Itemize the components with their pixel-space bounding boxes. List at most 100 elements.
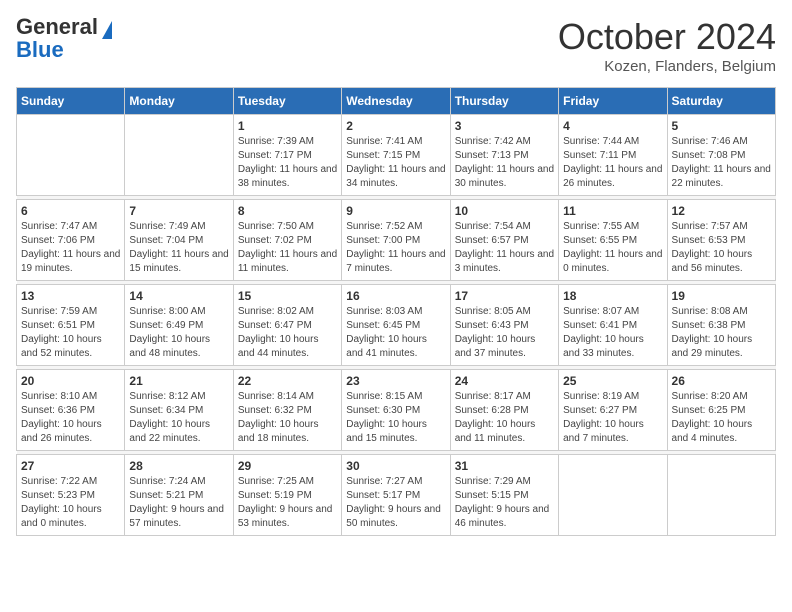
day-number: 21 bbox=[129, 374, 228, 388]
day-number: 2 bbox=[346, 119, 445, 133]
calendar-cell: 6 Sunrise: 7:47 AMSunset: 7:06 PMDaylight… bbox=[17, 200, 125, 281]
day-number: 26 bbox=[672, 374, 771, 388]
day-number: 11 bbox=[563, 204, 662, 218]
day-number: 19 bbox=[672, 289, 771, 303]
logo: General Blue bbox=[16, 16, 112, 61]
day-info: Sunrise: 7:57 AMSunset: 6:53 PMDaylight:… bbox=[672, 220, 771, 276]
day-header-wednesday: Wednesday bbox=[342, 88, 450, 115]
day-header-thursday: Thursday bbox=[450, 88, 558, 115]
day-header-sunday: Sunday bbox=[17, 88, 125, 115]
day-number: 24 bbox=[455, 374, 554, 388]
calendar-week-row: 13 Sunrise: 7:59 AMSunset: 6:51 PMDayligh… bbox=[17, 285, 776, 366]
calendar-cell: 14 Sunrise: 8:00 AMSunset: 6:49 PMDayligh… bbox=[125, 285, 233, 366]
day-header-saturday: Saturday bbox=[667, 88, 775, 115]
calendar-cell: 5Sunrise: 7:46 AMSunset: 7:08 PMDaylight… bbox=[667, 115, 775, 196]
day-info: Sunrise: 8:02 AMSunset: 6:47 PMDaylight:… bbox=[238, 305, 337, 361]
day-info: Sunrise: 7:39 AMSunset: 7:17 PMDaylight:… bbox=[238, 135, 337, 191]
day-number: 23 bbox=[346, 374, 445, 388]
calendar-cell: 2 Sunrise: 7:41 AMSunset: 7:15 PMDaylight… bbox=[342, 115, 450, 196]
calendar-cell: 30Sunrise: 7:27 AMSunset: 5:17 PMDayligh… bbox=[342, 455, 450, 536]
title-section: October 2024 Kozen, Flanders, Belgium bbox=[558, 16, 776, 75]
day-number: 15 bbox=[238, 289, 337, 303]
calendar-cell: 27 Sunrise: 7:22 AMSunset: 5:23 PMDayligh… bbox=[17, 455, 125, 536]
calendar-cell: 29Sunrise: 7:25 AMSunset: 5:19 PMDayligh… bbox=[233, 455, 341, 536]
day-number: 4 bbox=[563, 119, 662, 133]
day-number: 28 bbox=[129, 459, 228, 473]
day-number: 8 bbox=[238, 204, 337, 218]
location: Kozen, Flanders, Belgium bbox=[558, 58, 776, 75]
day-info: Sunrise: 7:25 AMSunset: 5:19 PMDaylight:… bbox=[238, 475, 337, 531]
calendar-cell: 21 Sunrise: 8:12 AMSunset: 6:34 PMDayligh… bbox=[125, 370, 233, 451]
day-info: Sunrise: 8:15 AMSunset: 6:30 PMDaylight:… bbox=[346, 390, 445, 446]
calendar-cell: 11 Sunrise: 7:55 AMSunset: 6:55 PMDayligh… bbox=[559, 200, 667, 281]
day-info: Sunrise: 8:20 AMSunset: 6:25 PMDaylight:… bbox=[672, 390, 771, 446]
calendar-cell: 4 Sunrise: 7:44 AMSunset: 7:11 PMDaylight… bbox=[559, 115, 667, 196]
calendar-cell: 8 Sunrise: 7:50 AMSunset: 7:02 PMDaylight… bbox=[233, 200, 341, 281]
calendar-table: SundayMondayTuesdayWednesdayThursdayFrid… bbox=[16, 87, 776, 536]
calendar-header-row: SundayMondayTuesdayWednesdayThursdayFrid… bbox=[17, 88, 776, 115]
day-number: 31 bbox=[455, 459, 554, 473]
day-info: Sunrise: 8:17 AMSunset: 6:28 PMDaylight:… bbox=[455, 390, 554, 446]
day-number: 18 bbox=[563, 289, 662, 303]
logo-general: General bbox=[16, 14, 98, 39]
day-info: Sunrise: 7:47 AMSunset: 7:06 PMDaylight:… bbox=[21, 220, 120, 276]
day-info: Sunrise: 7:59 AMSunset: 6:51 PMDaylight:… bbox=[21, 305, 120, 361]
day-info: Sunrise: 7:24 AMSunset: 5:21 PMDaylight:… bbox=[129, 475, 228, 531]
calendar-cell: 3 Sunrise: 7:42 AMSunset: 7:13 PMDaylight… bbox=[450, 115, 558, 196]
day-info: Sunrise: 7:50 AMSunset: 7:02 PMDaylight:… bbox=[238, 220, 337, 276]
day-number: 6 bbox=[21, 204, 120, 218]
logo-blue: Blue bbox=[16, 37, 64, 62]
day-number: 30 bbox=[346, 459, 445, 473]
calendar-cell: 26 Sunrise: 8:20 AMSunset: 6:25 PMDayligh… bbox=[667, 370, 775, 451]
calendar-cell: 9Sunrise: 7:52 AMSunset: 7:00 PMDaylight… bbox=[342, 200, 450, 281]
day-number: 9 bbox=[346, 204, 445, 218]
day-number: 5 bbox=[672, 119, 771, 133]
calendar-cell: 12 Sunrise: 7:57 AMSunset: 6:53 PMDayligh… bbox=[667, 200, 775, 281]
day-number: 12 bbox=[672, 204, 771, 218]
day-number: 1 bbox=[238, 119, 337, 133]
day-info: Sunrise: 8:19 AMSunset: 6:27 PMDaylight:… bbox=[563, 390, 662, 446]
day-info: Sunrise: 8:00 AMSunset: 6:49 PMDaylight:… bbox=[129, 305, 228, 361]
calendar-cell: 31 Sunrise: 7:29 AMSunset: 5:15 PMDayligh… bbox=[450, 455, 558, 536]
calendar-week-row: 20Sunrise: 8:10 AMSunset: 6:36 PMDayligh… bbox=[17, 370, 776, 451]
calendar-cell: 1 Sunrise: 7:39 AMSunset: 7:17 PMDaylight… bbox=[233, 115, 341, 196]
day-number: 3 bbox=[455, 119, 554, 133]
day-number: 10 bbox=[455, 204, 554, 218]
calendar-cell: 20Sunrise: 8:10 AMSunset: 6:36 PMDayligh… bbox=[17, 370, 125, 451]
day-info: Sunrise: 8:14 AMSunset: 6:32 PMDaylight:… bbox=[238, 390, 337, 446]
calendar-cell: 15 Sunrise: 8:02 AMSunset: 6:47 PMDayligh… bbox=[233, 285, 341, 366]
month-title: October 2024 bbox=[558, 16, 776, 58]
day-info: Sunrise: 7:29 AMSunset: 5:15 PMDaylight:… bbox=[455, 475, 554, 531]
calendar-cell: 18 Sunrise: 8:07 AMSunset: 6:41 PMDayligh… bbox=[559, 285, 667, 366]
day-info: Sunrise: 8:05 AMSunset: 6:43 PMDaylight:… bbox=[455, 305, 554, 361]
day-info: Sunrise: 7:41 AMSunset: 7:15 PMDaylight:… bbox=[346, 135, 445, 191]
day-info: Sunrise: 7:49 AMSunset: 7:04 PMDaylight:… bbox=[129, 220, 228, 276]
day-number: 14 bbox=[129, 289, 228, 303]
day-info: Sunrise: 8:03 AMSunset: 6:45 PMDaylight:… bbox=[346, 305, 445, 361]
day-info: Sunrise: 7:44 AMSunset: 7:11 PMDaylight:… bbox=[563, 135, 662, 191]
day-info: Sunrise: 7:55 AMSunset: 6:55 PMDaylight:… bbox=[563, 220, 662, 276]
day-number: 13 bbox=[21, 289, 120, 303]
day-header-monday: Monday bbox=[125, 88, 233, 115]
calendar-cell bbox=[559, 455, 667, 536]
day-info: Sunrise: 8:12 AMSunset: 6:34 PMDaylight:… bbox=[129, 390, 228, 446]
day-header-friday: Friday bbox=[559, 88, 667, 115]
day-number: 25 bbox=[563, 374, 662, 388]
day-info: Sunrise: 7:42 AMSunset: 7:13 PMDaylight:… bbox=[455, 135, 554, 191]
calendar-cell: 19 Sunrise: 8:08 AMSunset: 6:38 PMDayligh… bbox=[667, 285, 775, 366]
calendar-week-row: 6 Sunrise: 7:47 AMSunset: 7:06 PMDaylight… bbox=[17, 200, 776, 281]
calendar-cell: 25 Sunrise: 8:19 AMSunset: 6:27 PMDayligh… bbox=[559, 370, 667, 451]
calendar-cell: 16Sunrise: 8:03 AMSunset: 6:45 PMDayligh… bbox=[342, 285, 450, 366]
day-number: 22 bbox=[238, 374, 337, 388]
day-info: Sunrise: 8:08 AMSunset: 6:38 PMDaylight:… bbox=[672, 305, 771, 361]
calendar-cell: 23 Sunrise: 8:15 AMSunset: 6:30 PMDayligh… bbox=[342, 370, 450, 451]
day-number: 7 bbox=[129, 204, 228, 218]
day-info: Sunrise: 7:22 AMSunset: 5:23 PMDaylight:… bbox=[21, 475, 120, 531]
day-info: Sunrise: 7:54 AMSunset: 6:57 PMDaylight:… bbox=[455, 220, 554, 276]
calendar-cell bbox=[17, 115, 125, 196]
calendar-cell: 22 Sunrise: 8:14 AMSunset: 6:32 PMDayligh… bbox=[233, 370, 341, 451]
day-number: 27 bbox=[21, 459, 120, 473]
day-info: Sunrise: 8:07 AMSunset: 6:41 PMDaylight:… bbox=[563, 305, 662, 361]
calendar-week-row: 1 Sunrise: 7:39 AMSunset: 7:17 PMDaylight… bbox=[17, 115, 776, 196]
calendar-cell: 7 Sunrise: 7:49 AMSunset: 7:04 PMDaylight… bbox=[125, 200, 233, 281]
